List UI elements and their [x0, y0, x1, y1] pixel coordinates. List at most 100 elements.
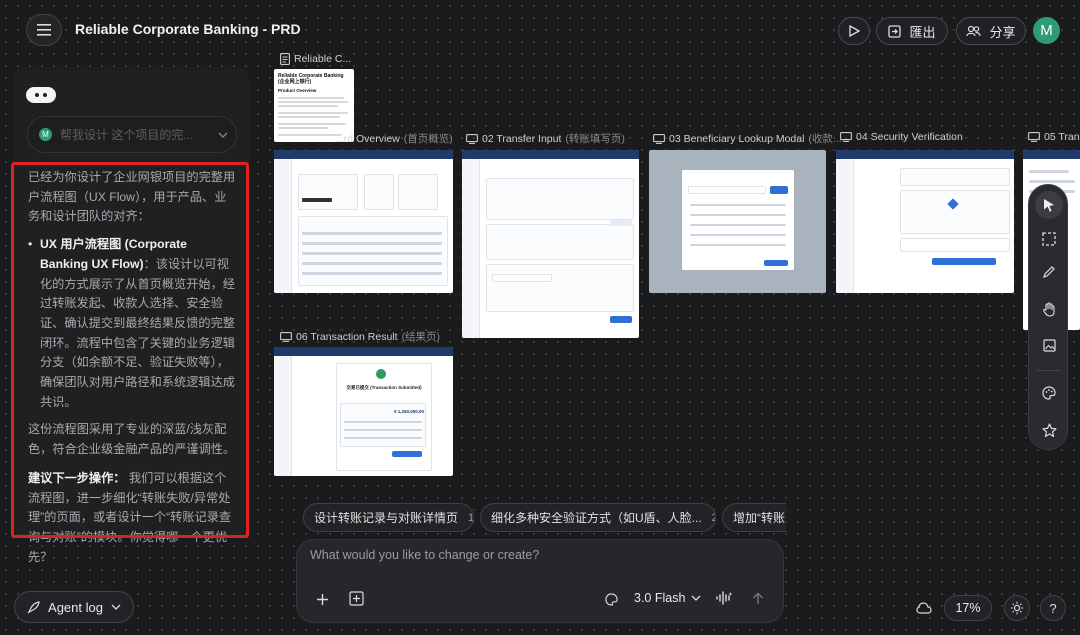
marquee-icon: [1042, 232, 1056, 246]
screen-label-05: 05 Trans: [1028, 131, 1080, 143]
marquee-tool[interactable]: [1035, 225, 1063, 253]
suggestion-number: 2: [712, 512, 715, 524]
suggestion-chip-2[interactable]: 细化多种安全验证方式（如U盾、人脸... 2: [480, 503, 716, 532]
prompt-avatar: M: [39, 128, 52, 141]
screen-label-text: 02 Transfer Input: [482, 132, 562, 145]
screen-label-sub: (收款...: [808, 133, 842, 145]
image-icon: [1042, 338, 1056, 352]
palette-icon: [604, 592, 618, 606]
screen-icon: [280, 331, 292, 342]
add-frame-icon: [348, 590, 364, 606]
export-icon: [888, 24, 902, 38]
sun-icon: [1010, 601, 1024, 615]
hand-tool[interactable]: [1035, 295, 1063, 323]
screen-label-text: 06 Transaction Result: [296, 330, 398, 343]
suggestion-text: 增加“转账: [733, 511, 785, 525]
help-button[interactable]: ?: [1040, 595, 1066, 621]
suggestion-text: 设计转账记录与对账详情页: [314, 511, 459, 525]
chevron-down-icon: [111, 604, 121, 610]
pen-tool[interactable]: [1035, 258, 1063, 286]
screen-label-06: 06 Transaction Result (结果页): [280, 329, 440, 344]
send-button[interactable]: [748, 588, 768, 608]
suggestion-text: 细化多种安全验证方式（如U盾、人脸...: [491, 511, 702, 525]
model-selector[interactable]: 3.0 Flash: [626, 586, 709, 610]
prompt-input[interactable]: What would you like to change or create?: [310, 548, 539, 562]
zoom-level[interactable]: 17%: [944, 595, 992, 621]
suggestion-number: 1: [468, 511, 474, 524]
chevron-down-icon: [218, 132, 228, 138]
export-label: 匯出: [909, 24, 936, 40]
screen-04-security[interactable]: [836, 150, 1014, 293]
favorite-tool[interactable]: [1035, 416, 1063, 444]
hand-icon: [1043, 301, 1055, 317]
user-prompt-collapsed[interactable]: M 帮我设计 这个项目的完...: [27, 116, 237, 153]
result-title: 交易已提交 (Transaction Submitted): [346, 385, 422, 390]
suggestion-chip-1[interactable]: 设计转账记录与对账详情页 1: [303, 503, 474, 532]
plus-icon: [316, 593, 328, 605]
screen-label-sub: (转账填写页): [565, 133, 625, 145]
cloud-icon: [916, 602, 932, 614]
screen-label-03: 03 Beneficiary Lookup Modal (收款...: [653, 131, 842, 146]
screen-02-transfer-input[interactable]: [462, 150, 639, 338]
agent-log-button[interactable]: Agent log: [14, 591, 134, 623]
export-button[interactable]: 匯出: [876, 17, 948, 45]
screen-label-text: 03 Beneficiary Lookup Modal: [669, 132, 805, 145]
arrow-up-icon: [753, 592, 763, 604]
screen-label-04: 04 Security Verification: [840, 131, 963, 143]
agent-log-label: Agent log: [48, 599, 103, 615]
canvas-toolbar: [1028, 184, 1068, 450]
screen-icon: [466, 133, 478, 144]
play-button[interactable]: [838, 17, 870, 45]
style-button[interactable]: [601, 589, 621, 609]
user-avatar[interactable]: M: [1033, 17, 1060, 44]
screen-03-beneficiary-modal[interactable]: [649, 150, 826, 293]
cloud-button[interactable]: [913, 598, 935, 618]
star-icon: [1041, 422, 1057, 437]
screen-label-01: ...rd Overview (首页概览): [335, 131, 453, 146]
result-amount: ¥ 1,250,000.00: [394, 409, 425, 414]
screen-label-text: 05 Trans: [1044, 131, 1080, 143]
screen-label-text: ...rd Overview: [335, 132, 400, 145]
rocket-icon: [27, 600, 40, 613]
image-tool[interactable]: [1035, 331, 1063, 359]
model-name: 3.0 Flash: [634, 591, 686, 605]
suggestion-chip-3[interactable]: 增加“转账: [722, 503, 786, 532]
screen-label-sub: (首页概览): [403, 133, 453, 145]
share-label: 分享: [989, 24, 1016, 40]
palette-icon: [1042, 386, 1056, 400]
modal-dialog: [682, 170, 794, 270]
screen-icon: [1028, 132, 1040, 142]
waveform-icon: [716, 591, 733, 605]
screen-06-result[interactable]: 交易已提交 (Transaction Submitted) ¥ 1,250,00…: [274, 347, 453, 476]
theme-toggle-button[interactable]: [1004, 595, 1030, 621]
doc-card-label: Reliable C...: [280, 53, 351, 65]
share-button[interactable]: 分享: [956, 17, 1026, 45]
insert-button[interactable]: [346, 588, 366, 608]
play-icon: [849, 25, 860, 37]
add-button[interactable]: [312, 589, 332, 609]
screen-label-02: 02 Transfer Input (转账填写页): [466, 131, 625, 146]
pencil-icon: [1043, 266, 1055, 278]
screen-label-text: 04 Security Verification: [856, 131, 963, 143]
screen-01-dashboard[interactable]: [274, 150, 453, 293]
screen-label-sub: (结果页): [401, 331, 441, 343]
document-icon: [280, 53, 290, 65]
doc-card-name: Reliable C...: [294, 53, 352, 65]
voice-button[interactable]: [713, 588, 735, 608]
theme-tool[interactable]: [1035, 379, 1063, 407]
highlight-box: [11, 162, 249, 538]
thinking-indicator: [26, 87, 56, 103]
menu-icon: [37, 24, 51, 36]
success-check-icon: [376, 369, 386, 379]
prompt-text: 帮我设计 这个项目的完...: [60, 128, 194, 142]
people-icon: [966, 25, 982, 37]
doc-title: Reliable Corporate Banking (企业网上银行): [278, 73, 344, 85]
chevron-down-icon: [691, 595, 701, 601]
menu-button[interactable]: [26, 14, 62, 46]
doc-heading: Product Overview: [278, 88, 317, 93]
cursor-icon: [1044, 199, 1054, 212]
help-icon: ?: [1049, 600, 1057, 616]
screen-icon: [840, 132, 852, 142]
screen-icon: [653, 133, 665, 144]
select-tool[interactable]: [1035, 191, 1063, 219]
